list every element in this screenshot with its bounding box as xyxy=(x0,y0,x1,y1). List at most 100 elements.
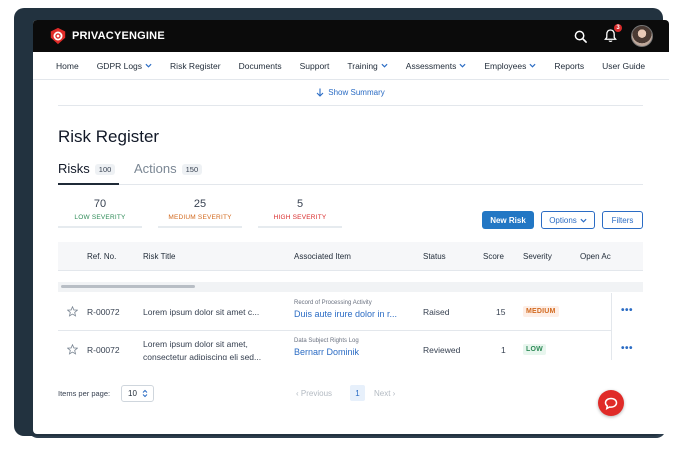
risks-table: Ref. No. Risk Title Associated Item Stat… xyxy=(58,242,643,360)
notifications-button[interactable]: 3 xyxy=(601,24,622,45)
tab-label: Risks xyxy=(58,161,90,176)
risk-title: Lorem ipsum dolor sit amet, consectetur … xyxy=(143,339,261,360)
ref-number: R-00072 xyxy=(87,345,120,355)
previous-page-button[interactable]: ‹ Previous xyxy=(296,389,332,398)
options-dropdown-button[interactable]: Options xyxy=(541,211,595,229)
chevron-down-icon xyxy=(529,63,536,68)
show-summary-link[interactable]: Show Summary xyxy=(328,88,384,97)
low-severity-count: 70 xyxy=(93,198,107,210)
score-value: 1 xyxy=(501,345,506,355)
risk-title: Lorem ipsum dolor sit amet c... xyxy=(143,307,260,317)
column-header-associated-item[interactable]: Associated Item xyxy=(294,252,351,261)
tab-actions[interactable]: Actions 150 xyxy=(134,161,203,185)
items-per-page-select[interactable]: 10 xyxy=(121,385,154,402)
pagination: Items per page: 10 ‹ Previous 1 Next › xyxy=(58,385,643,403)
column-header-status[interactable]: Status xyxy=(423,252,446,261)
status-text: Raised xyxy=(423,307,450,317)
column-header-open-actions[interactable]: Open Ac xyxy=(580,252,611,261)
status-text: Reviewed xyxy=(423,345,461,355)
previous-label: Previous xyxy=(300,389,333,398)
table-header: Ref. No. Risk Title Associated Item Stat… xyxy=(58,242,643,271)
nav-label: Reports xyxy=(554,60,585,71)
star-icon[interactable] xyxy=(67,306,78,317)
medium-severity-count: 25 xyxy=(193,198,207,210)
column-header-score[interactable]: Score xyxy=(483,252,504,261)
table-row[interactable]: R-00072 Lorem ipsum dolor sit amet c... … xyxy=(58,293,643,331)
table-row[interactable]: R-00072 Lorem ipsum dolor sit amet, cons… xyxy=(58,331,643,360)
associated-item: Record of Processing Activity Duis aute … xyxy=(294,300,397,319)
ref-number: R-00072 xyxy=(87,307,120,317)
filters-button[interactable]: Filters xyxy=(602,211,643,229)
sort-updown-icon xyxy=(142,389,148,398)
low-severity-card[interactable]: 70 LOW SEVERITY xyxy=(58,198,142,228)
severity-badge: MEDIUM xyxy=(523,306,559,317)
medium-severity-card[interactable]: 25 MEDIUM SEVERITY xyxy=(158,198,242,228)
summary-toggle-row: Show Summary xyxy=(58,80,643,106)
brand-logo[interactable]: PRIVACYENGINE xyxy=(49,27,165,45)
nav-item-user-guide[interactable]: User Guide xyxy=(593,61,654,71)
nav-label: Assessments xyxy=(405,60,457,71)
star-icon[interactable] xyxy=(67,344,78,355)
scrollbar-thumb[interactable] xyxy=(61,285,195,288)
current-page-button[interactable]: 1 xyxy=(350,385,365,401)
arrow-down-icon xyxy=(316,88,324,97)
tab-count-badge: 150 xyxy=(181,164,203,175)
associated-item-type: Record of Processing Activity xyxy=(294,300,372,306)
tab-risks[interactable]: Risks 100 xyxy=(58,161,120,185)
chat-bubble-icon xyxy=(604,397,618,410)
shield-gear-icon xyxy=(50,27,66,45)
column-header-severity[interactable]: Severity xyxy=(523,252,552,261)
associated-item-link[interactable]: Duis aute irure dolor in r... xyxy=(294,309,397,319)
column-header-ref[interactable]: Ref. No. xyxy=(87,252,116,261)
search-icon xyxy=(574,30,587,43)
horizontal-scrollbar-top[interactable] xyxy=(58,282,643,292)
nav-item-documents[interactable]: Documents xyxy=(230,61,291,71)
tab-label: Actions xyxy=(134,161,177,176)
chevron-down-icon xyxy=(145,63,152,68)
nav-item-gdpr-logs[interactable]: GDPR Logs xyxy=(88,61,161,71)
chevron-down-icon xyxy=(459,63,466,68)
associated-item: Data Subject Rights Log Bernarr Dominik xyxy=(294,338,359,357)
nav-label: Support xyxy=(299,60,330,71)
chevron-down-icon xyxy=(580,218,587,223)
nav-label: GDPR Logs xyxy=(96,60,143,71)
next-page-button[interactable]: Next › xyxy=(374,389,395,398)
low-severity-label: LOW SEVERITY xyxy=(74,214,126,221)
main-nav: Home GDPR Logs Risk Register Documents S… xyxy=(33,52,669,80)
options-label: Options xyxy=(549,215,577,225)
nav-item-training[interactable]: Training xyxy=(338,61,396,71)
new-risk-button[interactable]: New Risk xyxy=(482,211,534,229)
user-avatar[interactable] xyxy=(631,25,653,47)
chevron-right-icon: › xyxy=(390,389,396,398)
nav-item-employees[interactable]: Employees xyxy=(475,61,545,71)
severity-badge: LOW xyxy=(523,344,546,355)
nav-item-home[interactable]: Home xyxy=(47,61,88,71)
tab-bar: Risks 100 Actions 150 xyxy=(58,161,643,185)
column-header-title[interactable]: Risk Title xyxy=(143,252,175,261)
nav-item-risk-register[interactable]: Risk Register xyxy=(161,61,230,71)
nav-label: Documents xyxy=(238,60,282,71)
nav-item-assessments[interactable]: Assessments xyxy=(397,61,476,71)
score-value: 15 xyxy=(496,307,506,317)
nav-label: Home xyxy=(56,60,79,71)
chat-button[interactable] xyxy=(598,390,624,416)
associated-item-link[interactable]: Bernarr Dominik xyxy=(294,347,359,357)
risk-title-line: consectetur adipiscing eli sed... xyxy=(143,352,262,360)
risk-title-line: Lorem ipsum dolor sit amet, xyxy=(143,339,248,349)
row-menu-button[interactable]: ••• xyxy=(621,305,633,316)
nav-item-support[interactable]: Support xyxy=(291,61,339,71)
items-per-page-value: 10 xyxy=(128,389,137,398)
items-per-page-label: Items per page: xyxy=(58,389,111,398)
high-severity-card[interactable]: 5 HIGH SEVERITY xyxy=(258,198,342,228)
tab-count-badge: 100 xyxy=(94,164,116,175)
high-severity-label: HIGH SEVERITY xyxy=(273,214,327,221)
row-menu-button[interactable]: ••• xyxy=(621,343,633,354)
page-title: Risk Register xyxy=(58,127,160,146)
top-icons: 3 xyxy=(571,24,653,47)
nav-item-reports[interactable]: Reports xyxy=(545,61,593,71)
nav-label: Training xyxy=(347,60,378,71)
search-button[interactable] xyxy=(571,27,589,45)
brand-name: PRIVACYENGINE xyxy=(72,30,165,42)
chevron-down-icon xyxy=(381,63,388,68)
notification-count-badge: 3 xyxy=(614,24,622,32)
